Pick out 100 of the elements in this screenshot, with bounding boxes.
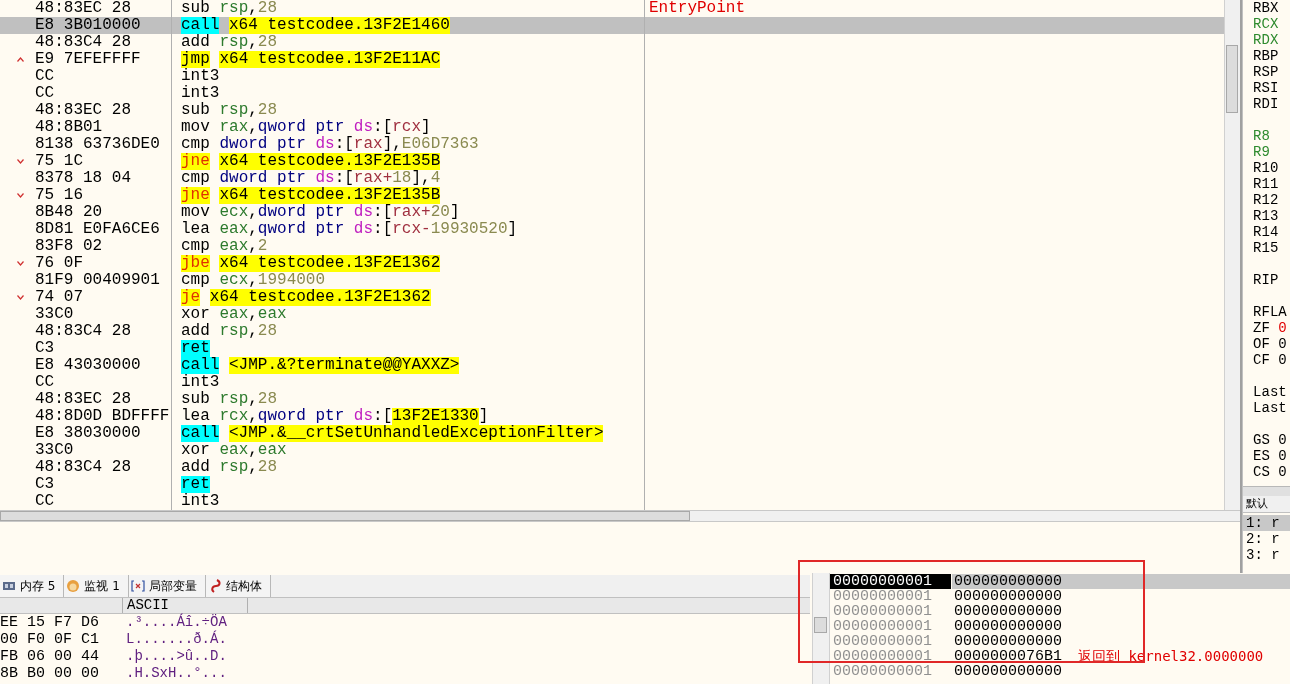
stack-row[interactable]: 00000000001 000000000000 — [830, 604, 1290, 619]
opcode-bytes: 8378 18 04 — [35, 170, 131, 187]
comment-text: EntryPoint — [649, 0, 745, 17]
opcode-bytes: 74 07 — [35, 289, 83, 306]
register-label: GS 0 — [1253, 432, 1287, 448]
panel-tab[interactable]: 局部变量 — [128, 575, 206, 597]
panel-tab[interactable]: 结构体 — [205, 575, 271, 597]
code-row[interactable]: 76 0F jbe x64 testcodee.13F2E1362 — [0, 255, 1225, 272]
opcode-bytes: C3 — [35, 340, 55, 357]
stack-address: 00000000001 — [830, 574, 951, 589]
stack-value: 000000000000 — [953, 589, 1064, 604]
scrollbar[interactable] — [812, 573, 830, 684]
code-row[interactable]: 8B48 20 mov ecx,dword ptr ds:[rax+20] — [0, 204, 1225, 221]
stack-address: 00000000001 — [832, 664, 934, 679]
code-row[interactable]: 48:8B01 mov rax,qword ptr ds:[rcx] — [0, 119, 1225, 136]
panel-tab[interactable]: 监视 1 — [64, 575, 129, 597]
stack-value: 000000000000 — [953, 634, 1064, 649]
opcode-bytes: E8 38030000 — [35, 425, 141, 442]
bracket-icon — [130, 579, 145, 593]
instruction-text: mov ecx,dword ptr ds:[rax+20] — [181, 204, 460, 221]
opcode-bytes: 33C0 — [35, 442, 74, 459]
register-label: RDX — [1253, 32, 1279, 48]
call-stack-item[interactable]: 2: r — [1243, 531, 1290, 547]
register-label: RIP — [1253, 272, 1279, 288]
register-label: RBX — [1253, 0, 1279, 16]
stack-value: 000000000000 — [953, 574, 1064, 589]
instruction-text: lea eax,qword ptr ds:[rcx-19930520] — [181, 221, 518, 238]
instruction-text: jne x64 testcodee.13F2E135B — [181, 153, 441, 170]
opcode-bytes: 48:8D0D BDFFFF — [35, 408, 170, 425]
stack-row[interactable]: 00000000001 000000000000 — [830, 634, 1290, 649]
instruction-text: xor eax,eax — [181, 306, 287, 323]
code-row[interactable]: E8 38030000 call <JMP.&__crtSetUnhandledExceptionFilter> — [0, 425, 1225, 442]
scrollbar[interactable] — [1224, 0, 1241, 510]
opcode-bytes: E9 7EFEFFFF — [35, 51, 141, 68]
opcode-bytes: 76 0F — [35, 255, 83, 272]
stack-row[interactable]: 00000000001 000000000000 — [830, 589, 1290, 604]
code-row[interactable]: CC int3 — [0, 68, 1225, 85]
scrollbar[interactable] — [1243, 486, 1290, 496]
instruction-text: call x64 testcodee.13F2E1460 — [181, 17, 450, 34]
register-label: RSP — [1253, 64, 1279, 80]
opcode-bytes: 8B48 20 — [35, 204, 103, 221]
register-label: RBP — [1253, 48, 1279, 64]
code-row[interactable]: 74 07 je x64 testcodee.13F2E1362 — [0, 289, 1225, 306]
register-label: R9 — [1253, 144, 1270, 160]
stack-address: 00000000001 — [832, 589, 934, 604]
code-row[interactable]: 8D81 E0FA6CE6 lea eax,qword ptr ds:[rcx-19930520] — [0, 221, 1225, 238]
code-row[interactable]: 33C0 xor eax,eax — [0, 306, 1225, 323]
code-row[interactable]: CC int3 — [0, 85, 1225, 102]
instruction-text: call <JMP.&__crtSetUnhandledExceptionFilter> — [181, 425, 604, 442]
opcode-bytes: 83F8 02 — [35, 238, 103, 255]
stack-value: 0000000076B1 — [953, 649, 1064, 664]
hex-bytes: EE 15 F7 D6 — [0, 614, 101, 631]
hex-bytes: 8B B0 00 00 — [0, 665, 101, 682]
register-label: ES 0 — [1253, 448, 1287, 464]
stack-row[interactable]: 00000000001 000000000000 — [830, 619, 1290, 634]
instruction-text: je x64 testcodee.13F2E1362 — [181, 289, 431, 306]
opcode-bytes: 75 1C — [35, 153, 83, 170]
register-label: CS 0 — [1253, 464, 1287, 480]
code-row[interactable]: E9 7EFEFFFF jmp x64 testcodee.13F2E11AC — [0, 51, 1225, 68]
register-label: CF 0 — [1253, 352, 1287, 368]
opcode-bytes: 48:83EC 28 — [35, 0, 131, 17]
opcode-bytes: 48:83EC 28 — [35, 391, 131, 408]
register-label: R14 — [1253, 224, 1279, 240]
instruction-text: sub rsp,28 — [181, 391, 278, 408]
scrollbar-thumb[interactable] — [0, 511, 690, 521]
code-row[interactable]: CC int3 — [0, 374, 1225, 391]
scrollbar[interactable] — [0, 510, 1241, 522]
code-row[interactable]: C3 ret — [0, 476, 1225, 493]
instruction-text: int3 — [181, 68, 220, 85]
instruction-text: add rsp,28 — [181, 34, 278, 51]
panel-tab[interactable]: 默认 — [1243, 496, 1290, 513]
call-stack-item[interactable]: 1: r — [1243, 515, 1290, 531]
stack-address: 00000000001 — [832, 634, 934, 649]
scrollbar-thumb[interactable] — [814, 617, 827, 633]
instruction-text: call <JMP.&?terminate@@YAXXZ> — [181, 357, 460, 374]
code-row[interactable]: 75 16 jne x64 testcodee.13F2E135B — [0, 187, 1225, 204]
code-row[interactable]: 33C0 xor eax,eax — [0, 442, 1225, 459]
opcode-bytes: 48:83EC 28 — [35, 102, 131, 119]
hex-bytes: 00 F0 0F C1 — [0, 631, 101, 648]
register-label: R12 — [1253, 192, 1279, 208]
stack-row[interactable]: 00000000001 000000000000 — [830, 664, 1290, 679]
code-row[interactable]: E8 3B010000 call x64 testcodee.13F2E1460 — [0, 17, 1225, 34]
instruction-text: add rsp,28 — [181, 459, 278, 476]
instruction-text: cmp dword ptr ds:[rax+18],4 — [181, 170, 441, 187]
instruction-text: jbe x64 testcodee.13F2E1362 — [181, 255, 441, 272]
instruction-text: cmp eax,2 — [181, 238, 268, 255]
code-row[interactable]: 75 1C jne x64 testcodee.13F2E135B — [0, 153, 1225, 170]
call-stack-item[interactable]: 3: r — [1243, 547, 1290, 563]
ascii-text: .H.SxH..°... — [126, 665, 228, 682]
register-label: R8 — [1253, 128, 1270, 144]
instruction-text: xor eax,eax — [181, 442, 287, 459]
stack-row[interactable]: 00000000001 000000000000 — [830, 574, 1290, 589]
code-row[interactable]: 48:83EC 28 sub rsp,28 — [0, 102, 1225, 119]
scrollbar-thumb[interactable] — [1226, 45, 1239, 113]
instruction-text: int3 — [181, 493, 220, 510]
code-row[interactable]: E8 43030000 call <JMP.&?terminate@@YAXXZ> — [0, 357, 1225, 374]
panel-tab[interactable]: 内存 5 — [0, 575, 65, 597]
opcode-bytes: 8D81 E0FA6CE6 — [35, 221, 160, 238]
chip-icon — [2, 579, 16, 593]
opcode-bytes: 8138 63736DE0 — [35, 136, 160, 153]
